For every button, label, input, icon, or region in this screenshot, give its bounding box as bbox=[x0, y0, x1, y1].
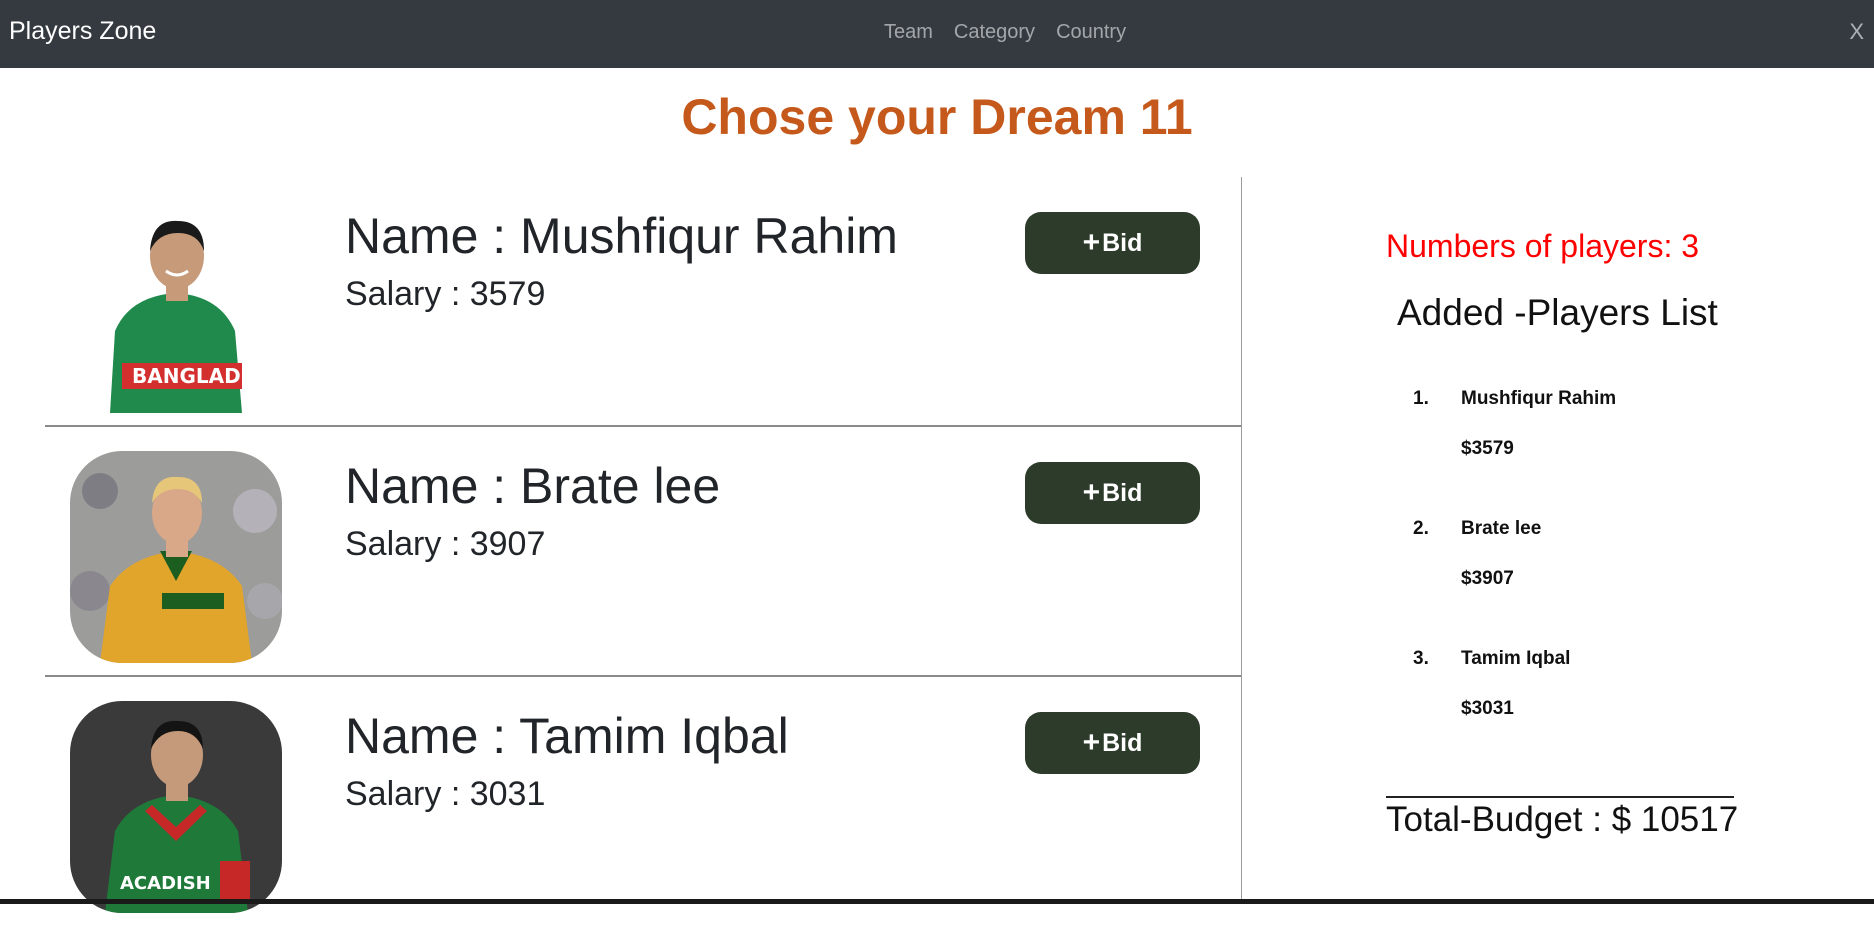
added-players-list: 1. Mushfiqur Rahim $3579 2. Brate lee $3… bbox=[1413, 388, 1743, 778]
bid-button[interactable]: + Bid bbox=[1025, 462, 1200, 524]
list-item-price: $3579 bbox=[1461, 438, 1514, 459]
bid-button[interactable]: + Bid bbox=[1025, 712, 1200, 774]
budget-divider bbox=[1386, 796, 1734, 798]
player-name: Name : Brate lee bbox=[345, 458, 721, 514]
nav-link-country[interactable]: Country bbox=[1056, 21, 1126, 44]
list-item-name: Mushfiqur Rahim bbox=[1461, 388, 1617, 409]
player-name: Name : Mushfiqur Rahim bbox=[345, 208, 898, 264]
column-divider bbox=[1241, 177, 1242, 904]
nav-link-category[interactable]: Category bbox=[954, 21, 1035, 44]
svg-text:ACADISH: ACADISH bbox=[120, 873, 211, 894]
player-photo bbox=[70, 451, 282, 663]
list-item-number: 3. bbox=[1413, 648, 1429, 669]
player-salary: Salary : 3907 bbox=[345, 525, 546, 563]
player-card-brate-lee: Name : Brate lee Salary : 3907 + Bid bbox=[45, 427, 1241, 677]
list-item-price: $3031 bbox=[1461, 698, 1514, 719]
total-budget: Total-Budget : $ 10517 bbox=[1386, 800, 1739, 839]
player-card-tamim: ACADISH Name : Tamim Iqbal Salary : 3031… bbox=[45, 677, 1241, 927]
player-salary: Salary : 3031 bbox=[345, 775, 546, 813]
plus-icon: + bbox=[1082, 226, 1101, 259]
player-photo: ACADISH bbox=[70, 701, 282, 913]
list-item: 2. Brate lee $3907 bbox=[1413, 518, 1743, 648]
player-card-mushfiqur: BANGLAD Name : Mushfiqur Rahim Salary : … bbox=[45, 177, 1241, 427]
bid-label: Bid bbox=[1102, 478, 1143, 507]
brand-logo[interactable]: Players Zone bbox=[9, 17, 156, 46]
close-button[interactable]: X bbox=[1849, 19, 1864, 45]
list-item-number: 1. bbox=[1413, 388, 1429, 409]
bid-label: Bid bbox=[1102, 228, 1143, 257]
added-players-title: Added -Players List bbox=[1397, 292, 1718, 333]
list-item-price: $3907 bbox=[1461, 568, 1514, 589]
plus-icon: + bbox=[1082, 476, 1101, 509]
player-count: Numbers of players: 3 bbox=[1386, 228, 1700, 264]
list-item: 3. Tamim Iqbal $3031 bbox=[1413, 648, 1743, 778]
list-item-name: Brate lee bbox=[1461, 518, 1542, 539]
nav-link-team[interactable]: Team bbox=[884, 21, 933, 44]
svg-text:BANGLAD: BANGLAD bbox=[132, 364, 241, 388]
list-item: 1. Mushfiqur Rahim $3579 bbox=[1413, 388, 1743, 518]
window-bottom-bar bbox=[0, 899, 1874, 904]
player-photo: BANGLAD bbox=[70, 201, 282, 413]
list-item-number: 2. bbox=[1413, 518, 1429, 539]
top-navbar: Players Zone Team Category Country X bbox=[0, 0, 1874, 68]
bid-label: Bid bbox=[1102, 728, 1143, 757]
nav-links: Team Category Country bbox=[884, 21, 1147, 44]
bid-button[interactable]: + Bid bbox=[1025, 212, 1200, 274]
player-salary: Salary : 3579 bbox=[345, 275, 546, 313]
page-title: Chose your Dream 11 bbox=[681, 89, 1193, 145]
plus-icon: + bbox=[1082, 726, 1101, 759]
player-name: Name : Tamim Iqbal bbox=[345, 708, 789, 764]
list-item-name: Tamim Iqbal bbox=[1461, 648, 1571, 669]
